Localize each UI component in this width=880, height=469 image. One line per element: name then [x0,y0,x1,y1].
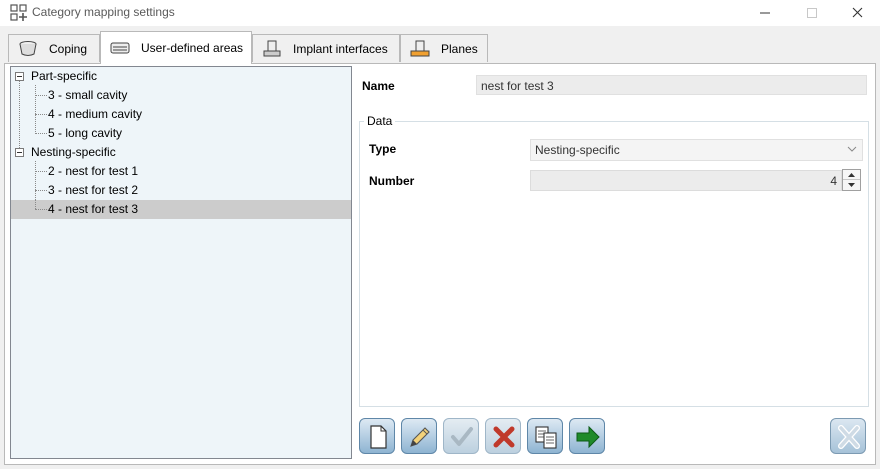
chevron-down-icon [847,146,857,152]
window-title: Category mapping settings [32,5,175,19]
tree-item[interactable]: 4 - medium cavity [11,105,351,124]
minimize-button[interactable] [742,0,788,26]
implant-interface-icon [263,40,281,56]
delete-x-icon [493,426,515,448]
apply-button[interactable] [443,418,479,454]
maximize-button[interactable] [789,0,835,26]
tree-item[interactable]: 2 - nest for test 1 [11,162,351,181]
tree-item-label: 3 - small cavity [48,88,128,102]
tree-group-part-specific[interactable]: Part-specific [11,67,351,86]
arrow-down-icon [848,183,855,187]
copy-icon [535,426,557,449]
user-defined-areas-icon [110,42,130,54]
name-label: Name [362,79,395,93]
tab-user-defined-areas[interactable]: User-defined areas [100,31,252,64]
tab-implant-interfaces[interactable]: Implant interfaces [252,34,400,62]
tree-connector [35,200,36,209]
number-field[interactable]: 4 [530,170,842,191]
green-arrow-icon [576,425,600,449]
tab-label: User-defined areas [141,41,244,55]
tree-item[interactable]: 5 - long cavity [11,124,351,143]
tab-planes[interactable]: Planes [400,34,488,62]
edit-button[interactable] [401,418,437,454]
copy-button[interactable] [527,418,563,454]
collapse-icon[interactable] [15,148,24,157]
minimize-icon [760,12,770,14]
arrow-up-icon [848,172,855,177]
type-select-value: Nesting-specific [535,143,620,157]
tree-connector [35,209,47,210]
data-group-box [359,121,869,407]
export-button[interactable] [569,418,605,454]
coping-icon [19,40,37,56]
spin-up-button[interactable] [843,170,860,180]
delete-button[interactable] [485,418,521,454]
tree-group-nesting-specific[interactable]: Nesting-specific [11,143,351,162]
pencil-icon [410,427,430,447]
tree-item-label: 4 - medium cavity [48,107,143,121]
app-icon [10,4,27,21]
tree-item-label: 4 - nest for test 3 [48,202,139,216]
data-group-title: Data [364,114,396,128]
name-field[interactable]: nest for test 3 [476,75,867,95]
spin-down-button[interactable] [843,180,860,190]
tab-label: Implant interfaces [293,41,388,56]
close-icon [852,7,863,18]
tree-group-label: Part-specific [31,69,98,83]
tree-item-selected[interactable]: 4 - nest for test 3 [11,200,351,219]
collapse-icon[interactable] [15,72,24,81]
tab-label: Planes [441,41,478,56]
plane-icon [410,40,430,56]
maximize-icon [807,8,817,18]
number-spinner[interactable] [842,169,861,191]
close-x-icon [838,425,860,449]
tab-coping[interactable]: Coping [8,34,100,62]
category-tree[interactable]: Part-specific 3 - small cavity 4 - mediu… [10,66,352,459]
number-label: Number [369,174,415,188]
type-label: Type [369,142,397,156]
close-window-button[interactable] [834,0,880,26]
close-button[interactable] [830,418,866,454]
title-bar: Category mapping settings [0,0,880,26]
tab-label: Coping [49,41,88,56]
tree-item-label: 5 - long cavity [48,126,123,140]
type-select[interactable]: Nesting-specific [530,139,863,161]
tree-item-label: 2 - nest for test 1 [48,164,139,178]
new-button[interactable] [359,418,395,454]
new-document-icon [370,425,387,449]
checkmark-icon [451,427,473,446]
tree-item[interactable]: 3 - nest for test 2 [11,181,351,200]
tree-item[interactable]: 3 - small cavity [11,86,351,105]
tree-item-label: 3 - nest for test 2 [48,183,139,197]
tree-group-label: Nesting-specific [31,145,116,159]
